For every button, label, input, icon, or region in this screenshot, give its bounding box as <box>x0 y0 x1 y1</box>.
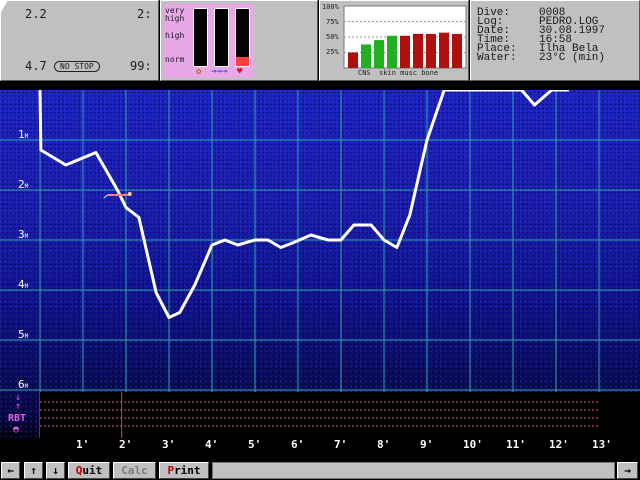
print-label: rint <box>174 464 201 477</box>
y-tick-2: 2M <box>18 178 29 191</box>
y-tick-3: 3M <box>18 228 29 241</box>
ascent-bar-3 <box>235 8 250 67</box>
scroll-down-button[interactable]: ↓ <box>46 462 65 479</box>
current-time-value: 2: <box>137 7 152 21</box>
arrow-down-icon: ↓ <box>52 464 59 477</box>
x-tick: 12' <box>549 438 569 451</box>
arrow-right-icon: → <box>624 464 631 477</box>
water-label: Water: <box>477 52 517 64</box>
calc-button[interactable]: Calc <box>113 462 156 479</box>
x-tick: 11' <box>506 438 526 451</box>
x-tick: 4' <box>205 438 219 451</box>
tissue-ytick-25: 25% <box>326 48 339 56</box>
rbt-strip <box>40 392 640 438</box>
scroll-right-button[interactable]: → <box>617 462 638 479</box>
y-tick-6: 6M <box>18 378 29 391</box>
scroll-left-button[interactable]: ← <box>1 462 20 479</box>
x-tick: 1' <box>76 438 90 451</box>
x-tick: 5' <box>248 438 262 451</box>
x-tick: 13' <box>592 438 612 451</box>
tissue-labels: CNS skin musc bone <box>358 69 439 77</box>
ascent-bar-2 <box>214 8 229 67</box>
tissue-saturation-panel: 100% 75% 50% 25% CNS skin musc bone <box>319 0 469 81</box>
max-depth-value: 2.2 <box>25 7 47 21</box>
arrow-left-icon: ← <box>7 464 14 477</box>
rbt-label: RBT <box>8 413 27 424</box>
avg-depth-value: 4.7 <box>25 59 47 73</box>
high-label: high <box>165 31 185 40</box>
y-tick-5: 5M <box>18 328 29 341</box>
tissue-bar <box>413 33 423 68</box>
tissue-bar <box>439 32 449 68</box>
depth-profile-line <box>38 90 569 319</box>
tissue-ytick-50: 50% <box>326 33 339 41</box>
flower-icon: ✿ <box>196 67 202 77</box>
arrow-up-icon: ↑ <box>30 464 37 477</box>
quit-button[interactable]: Quit <box>68 462 110 479</box>
mouse-cursor-icon <box>0 0 8 14</box>
decompression-icon: ⊸⊸⊸ <box>211 67 228 77</box>
arrow-up-icon: ↑ <box>15 401 22 412</box>
x-tick: 6' <box>291 438 305 451</box>
stats-panel: 2.2 2: 4.7 NO STOP 99: <box>0 0 159 81</box>
tissue-ytick-100: 100% <box>322 3 339 11</box>
very-high-label: very high <box>165 6 185 23</box>
tissue-bar <box>361 44 371 68</box>
tissue-ytick-75: 75% <box>326 18 339 26</box>
water-value: 23°C (min) <box>539 52 606 64</box>
tissue-bar <box>400 35 410 68</box>
tissue-bar <box>426 33 436 68</box>
heart-icon: ♥ <box>237 67 243 77</box>
y-tick-4: 4M <box>18 278 29 291</box>
horizontal-scrollbar[interactable] <box>212 462 615 479</box>
tissue-bar <box>348 52 358 68</box>
quit-label: uit <box>82 464 103 477</box>
tissue-bar <box>387 35 397 68</box>
total-time-value: 99: <box>130 59 152 73</box>
norm-label: norm <box>165 55 185 64</box>
ascent-bar-3-fill <box>236 57 249 66</box>
x-tick: 9' <box>420 438 434 451</box>
x-tick: 8' <box>377 438 391 451</box>
x-tick: 10' <box>463 438 483 451</box>
y-tick-1: 1M <box>18 128 29 141</box>
tissue-bar <box>452 33 462 68</box>
ascent-bar-1 <box>193 8 208 67</box>
scroll-up-button[interactable]: ↑ <box>24 462 43 479</box>
x-tick: 3' <box>162 438 176 451</box>
x-tick: 7' <box>334 438 348 451</box>
x-tick: 2' <box>119 438 133 451</box>
dive-info-panel: Dive: 0008 Log: PEDRO.LOG Date: 30.08.19… <box>470 0 640 81</box>
ascent-rate-panel: very high high norm ✿ ⊸⊸⊸ ♥ <box>160 0 318 81</box>
no-stop-badge: NO STOP <box>54 61 100 72</box>
calc-label: Calc <box>121 464 148 477</box>
rbt-indicator: ↓ ↑ RBT ◓ <box>0 392 40 438</box>
dome-icon: ◓ <box>13 424 20 435</box>
print-button[interactable]: Print <box>159 462 209 479</box>
tissue-bar <box>374 40 384 68</box>
dive-profile-chart[interactable] <box>0 90 640 438</box>
